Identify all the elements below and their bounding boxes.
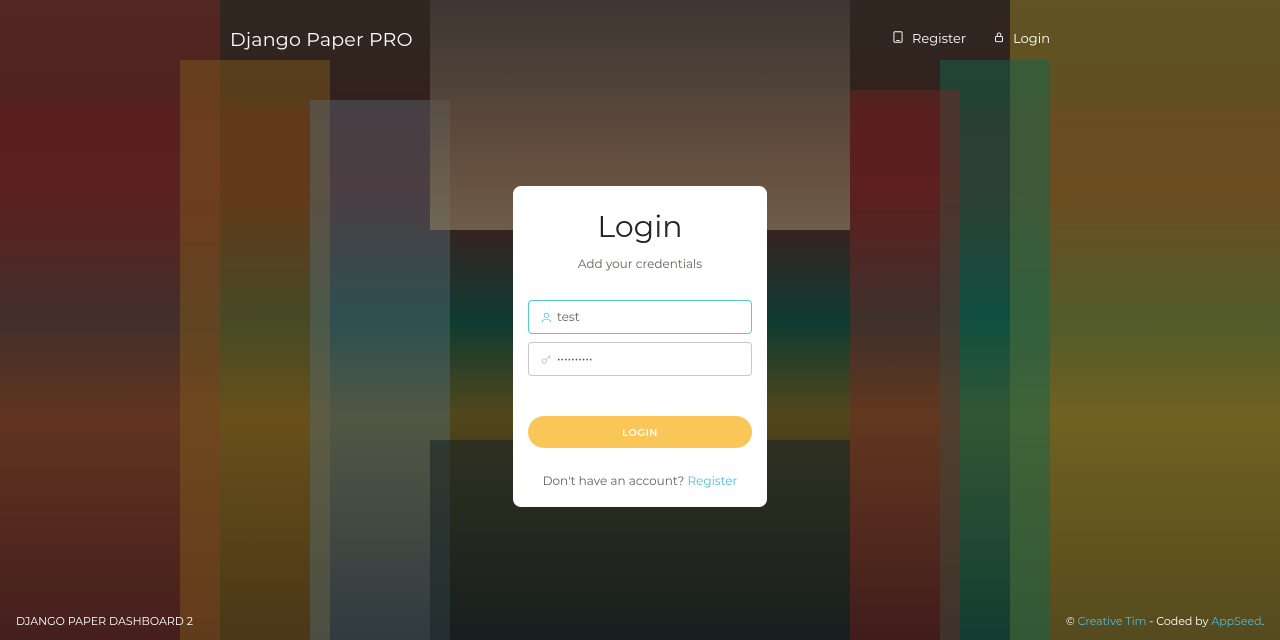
brand-link[interactable]: Django Paper PRO — [230, 28, 413, 51]
key-icon — [535, 353, 557, 366]
alt-prefix: Don't have an account? — [543, 474, 688, 489]
footer: DJANGO PAPER DASHBOARD 2 © Creative Tim … — [0, 614, 1280, 628]
password-input[interactable] — [557, 343, 745, 375]
card-title: Login — [528, 208, 752, 245]
username-input[interactable] — [557, 301, 745, 333]
alt-action: Don't have an account? Register — [528, 474, 752, 489]
footer-right: © Creative Tim - Coded by AppSeed. — [1066, 614, 1264, 628]
card-subtitle: Add your credentials — [528, 257, 752, 272]
user-icon — [535, 311, 557, 324]
nav-register-link[interactable]: Register — [891, 30, 966, 48]
register-link[interactable]: Register — [687, 474, 737, 489]
footer-left: DJANGO PAPER DASHBOARD 2 — [16, 614, 193, 628]
appseed-link[interactable]: AppSeed — [1211, 614, 1261, 628]
password-field-group — [528, 342, 752, 376]
login-card: Login Add your credentials LOGIN Don't h… — [513, 186, 767, 507]
top-nav: Django Paper PRO Register Login — [0, 0, 1280, 78]
creative-tim-link[interactable]: Creative Tim — [1078, 614, 1147, 628]
nav-login-label: Login — [1013, 31, 1050, 47]
username-field-group — [528, 300, 752, 334]
login-button[interactable]: LOGIN — [528, 416, 752, 448]
note-icon — [891, 30, 905, 48]
lock-icon — [992, 30, 1006, 48]
nav-register-label: Register — [912, 31, 966, 47]
nav-login-link[interactable]: Login — [992, 30, 1050, 48]
